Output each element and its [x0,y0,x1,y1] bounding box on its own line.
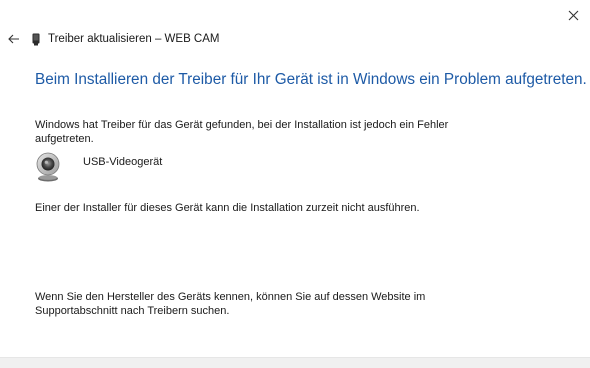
device-name: USB-Videogerät [83,156,163,168]
back-button[interactable] [0,28,28,50]
title-bar: Treiber aktualisieren – WEB CAM [0,28,220,50]
device-icon [30,31,42,47]
close-button[interactable] [562,4,584,26]
manufacturer-note: Wenn Sie den Hersteller des Geräts kenne… [35,291,426,317]
installer-note: Einer der Installer für dieses Gerät kan… [35,202,420,214]
footer-bar [0,357,590,368]
error-message: Windows hat Treiber für das Gerät gefund… [35,119,449,145]
back-arrow-icon [8,34,19,44]
webcam-icon [36,152,60,182]
window-title: Treiber aktualisieren – WEB CAM [48,33,220,45]
error-headline: Beim Installieren der Treiber für Ihr Ge… [35,71,587,88]
close-icon [568,10,578,20]
device-row: USB-Videogerät [35,152,162,182]
